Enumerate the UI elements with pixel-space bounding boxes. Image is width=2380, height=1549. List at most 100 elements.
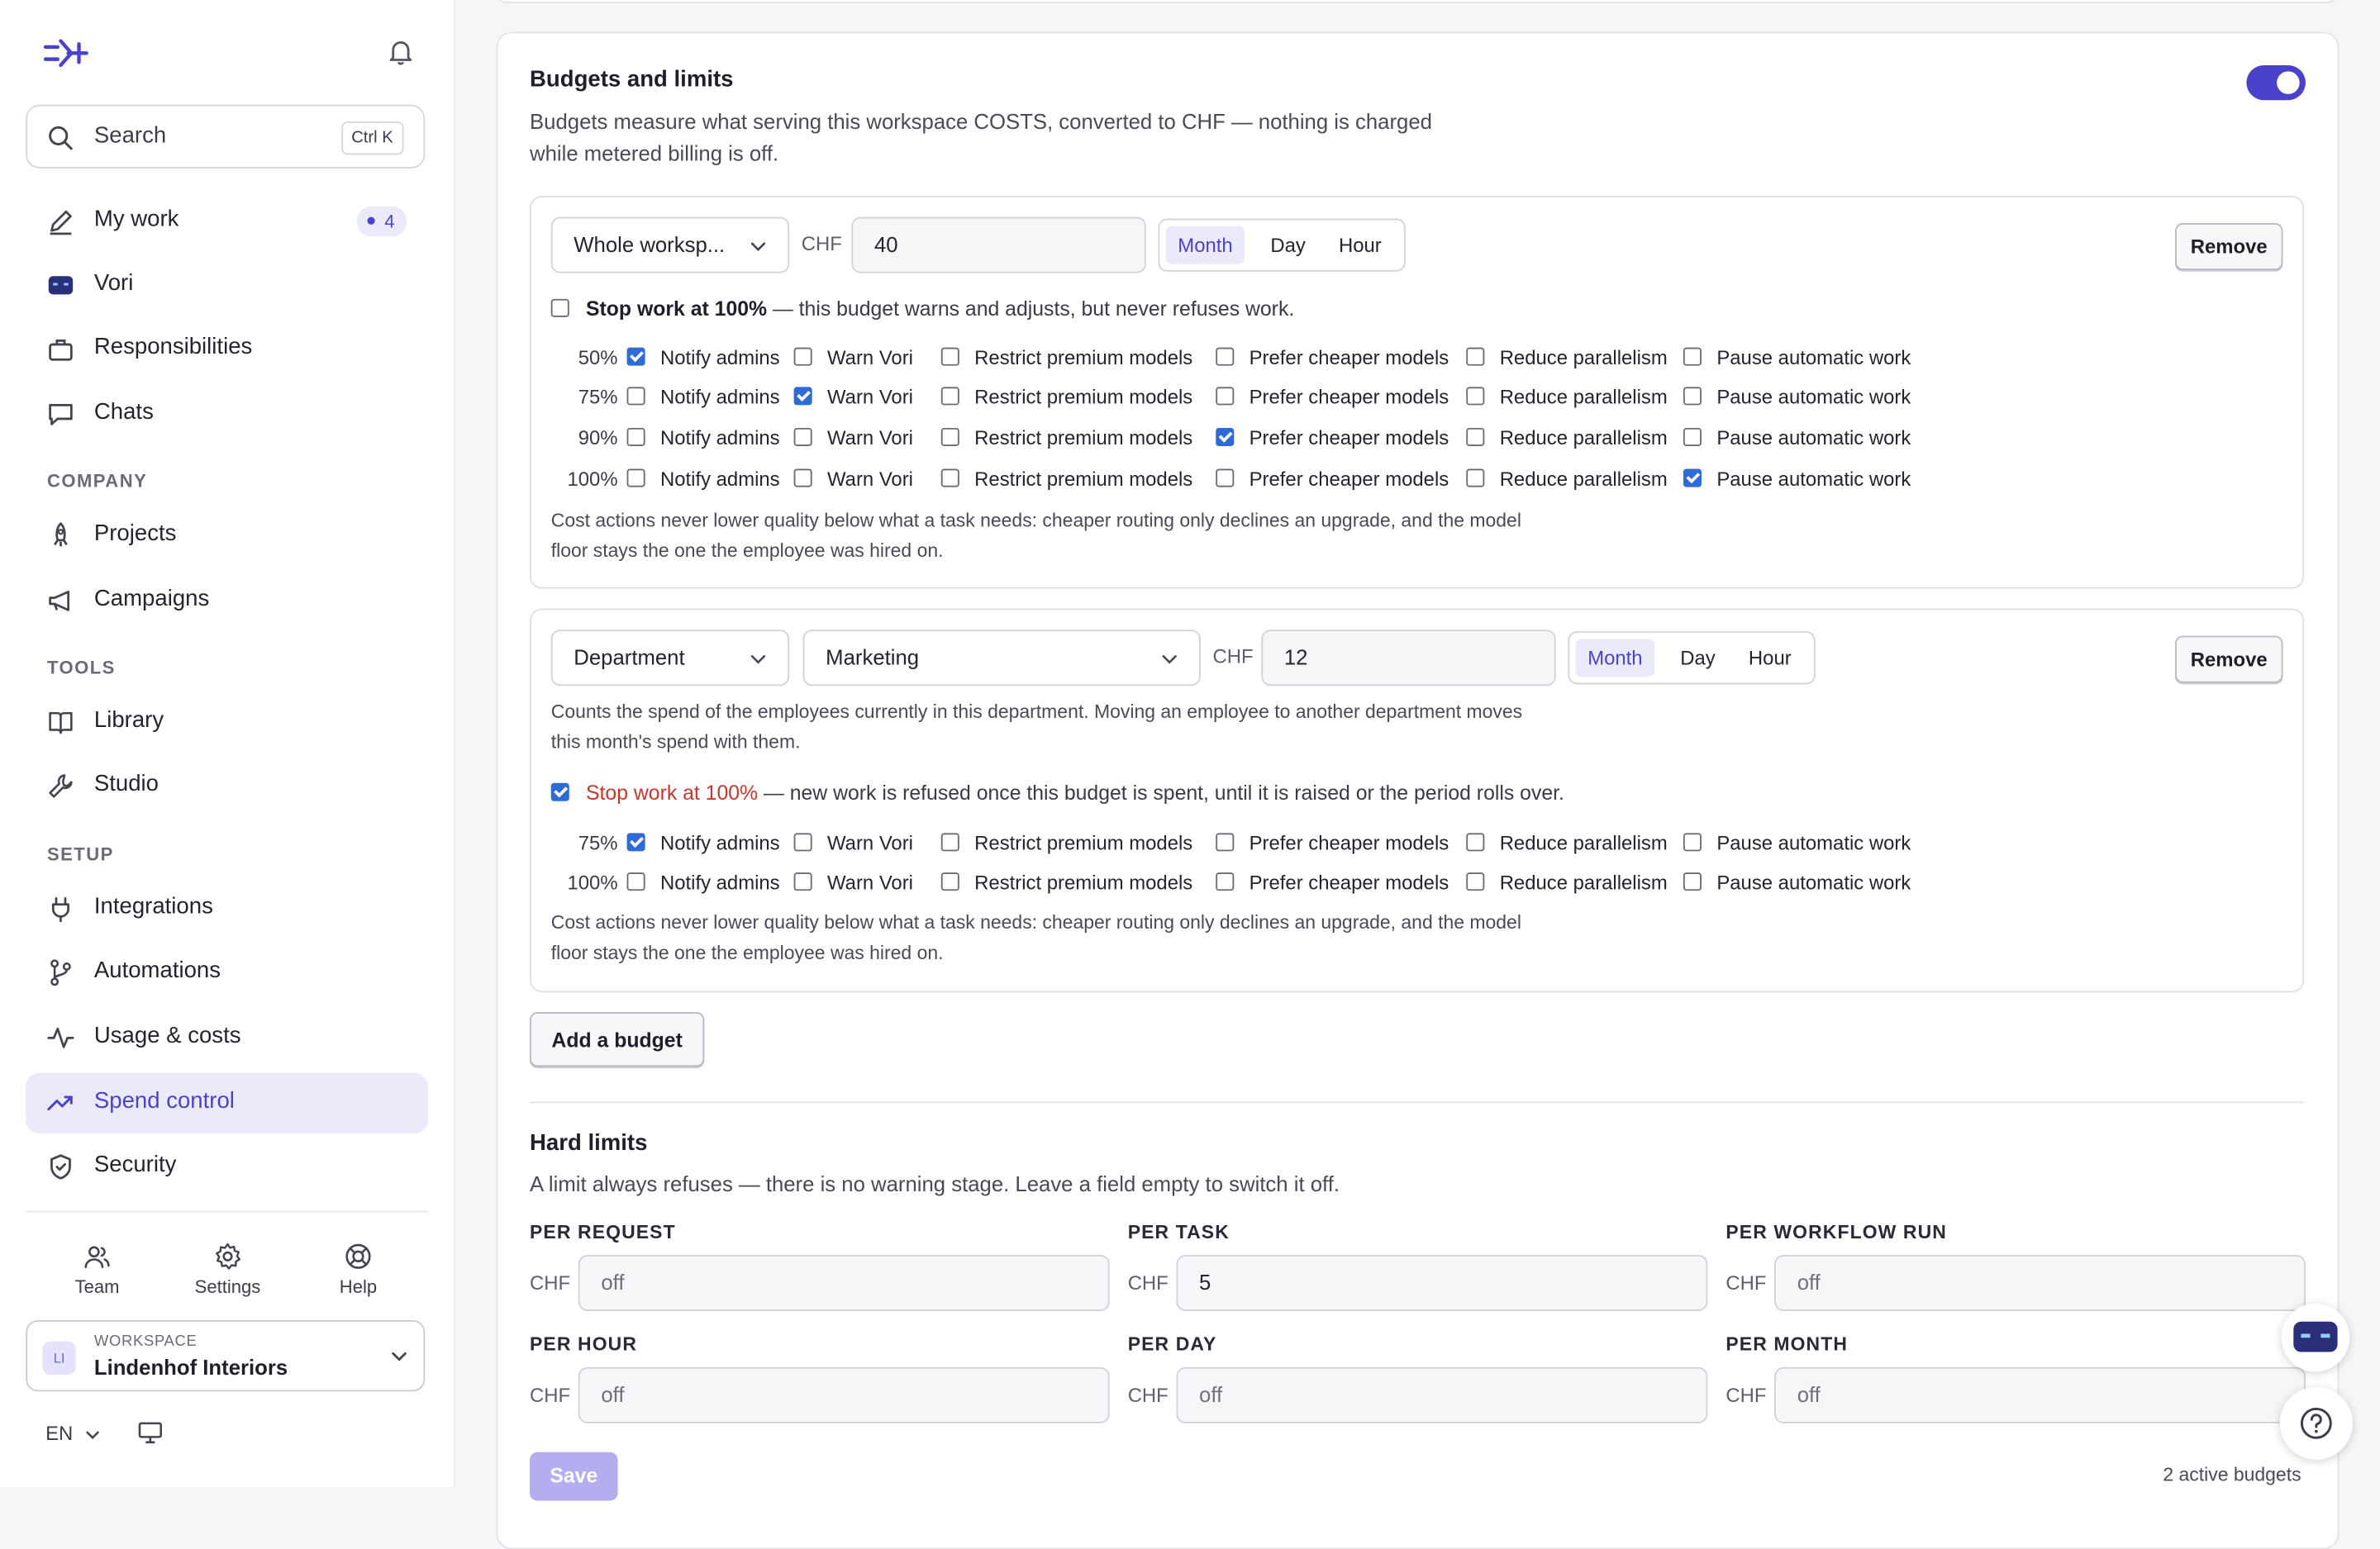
period-hour[interactable]: Hour [1326, 226, 1393, 264]
budget-scope-select[interactable]: Department [550, 630, 790, 687]
sidebar-item-responsibilities[interactable]: Responsibilities [26, 319, 428, 379]
action-label: Prefer cheaper models [1249, 467, 1449, 491]
action-checkbox[interactable] [626, 833, 645, 852]
action-checkbox[interactable] [626, 347, 645, 366]
action-checkbox[interactable] [1466, 872, 1485, 891]
action-checkbox[interactable] [626, 468, 645, 487]
limit-input[interactable]: off [578, 1254, 1110, 1311]
app-logo[interactable] [42, 36, 91, 69]
action-checkbox[interactable] [1683, 872, 1702, 891]
remove-budget-button[interactable]: Remove [2175, 635, 2283, 683]
department-select[interactable]: Marketing [802, 630, 1201, 687]
action-checkbox[interactable] [793, 427, 812, 446]
sidebar-item-chats[interactable]: Chats [26, 384, 428, 444]
action-checkbox[interactable] [940, 347, 959, 366]
period-month[interactable]: Month [1575, 639, 1655, 677]
budget-amount-input[interactable]: 40 [851, 216, 1146, 273]
action-checkbox[interactable] [1466, 468, 1485, 487]
stop-work-checkbox[interactable] [550, 298, 569, 317]
workspace-switcher[interactable]: LI WORKSPACE Lindenhof Interiors [26, 1319, 426, 1392]
period-day[interactable]: Day [1668, 639, 1728, 677]
sidebar-item-vori[interactable]: Vori [26, 255, 428, 316]
action-checkbox[interactable] [1216, 468, 1235, 487]
input-value: 12 [1283, 644, 1308, 669]
budget-scope-select[interactable]: Whole worksp... [550, 216, 790, 273]
action-checkbox[interactable] [1683, 427, 1702, 446]
action-checkbox[interactable] [1216, 833, 1235, 852]
action-checkbox[interactable] [1683, 468, 1702, 487]
action-checkbox[interactable] [1683, 833, 1702, 852]
sidebar-item-projects[interactable]: Projects [26, 506, 428, 566]
activity-icon [47, 1027, 74, 1048]
limit-input[interactable]: off [1176, 1366, 1708, 1423]
action-checkbox[interactable] [793, 387, 812, 406]
monitor-icon[interactable] [136, 1418, 164, 1446]
input-value: 5 [1199, 1270, 1211, 1295]
chevron-down-icon [392, 1352, 407, 1361]
action-checkbox[interactable] [1683, 387, 1702, 406]
action-checkbox[interactable] [1466, 387, 1485, 406]
period-hour[interactable]: Hour [1736, 639, 1803, 677]
settings-button[interactable]: Settings [174, 1241, 281, 1297]
currency-label: CHF [1212, 644, 1254, 668]
action-checkbox[interactable] [793, 468, 812, 487]
limit-input[interactable]: 5 [1176, 1254, 1708, 1311]
section-title: Budgets and limits [530, 66, 734, 93]
team-button[interactable]: Team [44, 1241, 150, 1297]
bell-icon[interactable] [386, 36, 416, 67]
remove-budget-button[interactable]: Remove [2175, 223, 2283, 270]
cost-note: Cost actions never lower quality below w… [550, 510, 1521, 561]
help-button[interactable]: Help [305, 1241, 412, 1297]
action-checkbox[interactable] [1216, 872, 1235, 891]
language-selector[interactable]: EN [45, 1422, 100, 1445]
sidebar-item-integrations[interactable]: Integrations [26, 878, 428, 938]
currency-label: CHF [801, 232, 842, 255]
action-checkbox[interactable] [940, 833, 959, 852]
assistant-button[interactable] [2281, 1303, 2350, 1372]
briefcase-icon [49, 339, 73, 361]
threshold-row: 100% Notify admins Warn Vori Restrict premi… [551, 869, 2069, 896]
action-checkbox[interactable] [793, 347, 812, 366]
sidebar-item-automations[interactable]: Automations [26, 943, 428, 1003]
save-button[interactable]: Save [530, 1452, 618, 1501]
threshold-percent: 50% [578, 345, 618, 369]
period-day[interactable]: Day [1259, 226, 1318, 264]
limit-input[interactable]: off [1774, 1254, 2306, 1311]
budget-amount-input[interactable]: 12 [1261, 630, 1556, 687]
action-checkbox[interactable] [940, 387, 959, 406]
sidebar-item-campaigns[interactable]: Campaigns [26, 571, 428, 631]
action-checkbox[interactable] [626, 427, 645, 446]
sidebar-item-studio[interactable]: Studio [26, 756, 428, 816]
action-checkbox[interactable] [1216, 347, 1235, 366]
sidebar-item-my-work[interactable]: My work 4 [26, 191, 428, 251]
action-checkbox[interactable] [1683, 347, 1702, 366]
action-checkbox[interactable] [1216, 387, 1235, 406]
period-month[interactable]: Month [1165, 226, 1245, 264]
action-checkbox[interactable] [940, 872, 959, 891]
action-checkbox[interactable] [1466, 427, 1485, 446]
action-checkbox[interactable] [626, 387, 645, 406]
action-checkbox[interactable] [1466, 833, 1485, 852]
action-checkbox[interactable] [1466, 347, 1485, 366]
sidebar-item-usage-costs[interactable]: Usage & costs [26, 1008, 428, 1068]
sidebar-item-spend-control[interactable]: Spend control [26, 1072, 428, 1134]
help-chat-button[interactable] [2279, 1386, 2353, 1460]
threshold-row: 100% Notify admins Warn Vori Restrict premi… [551, 466, 2069, 493]
budgets-toggle[interactable] [2246, 64, 2306, 101]
threshold-row: 75% Notify admins Warn Vori Restrict premiu… [551, 830, 2069, 858]
threshold-row: 50% Notify admins Warn Vori Restrict premiu… [551, 344, 2069, 372]
action-checkbox[interactable] [1216, 427, 1235, 446]
limit-input[interactable]: off [1774, 1366, 2306, 1423]
action-checkbox[interactable] [626, 872, 645, 891]
sidebar-item-library[interactable]: Library [26, 692, 428, 753]
action-checkbox[interactable] [793, 872, 812, 891]
limit-input[interactable]: off [578, 1366, 1110, 1423]
sidebar-item-security[interactable]: Security [26, 1137, 428, 1197]
stop-work-checkbox[interactable] [550, 782, 569, 801]
search-input[interactable]: Search Ctrl K [26, 104, 426, 169]
shield-icon [50, 1154, 71, 1180]
action-checkbox[interactable] [940, 427, 959, 446]
action-checkbox[interactable] [940, 468, 959, 487]
action-checkbox[interactable] [793, 833, 812, 852]
add-budget-button[interactable]: Add a budget [530, 1012, 705, 1067]
